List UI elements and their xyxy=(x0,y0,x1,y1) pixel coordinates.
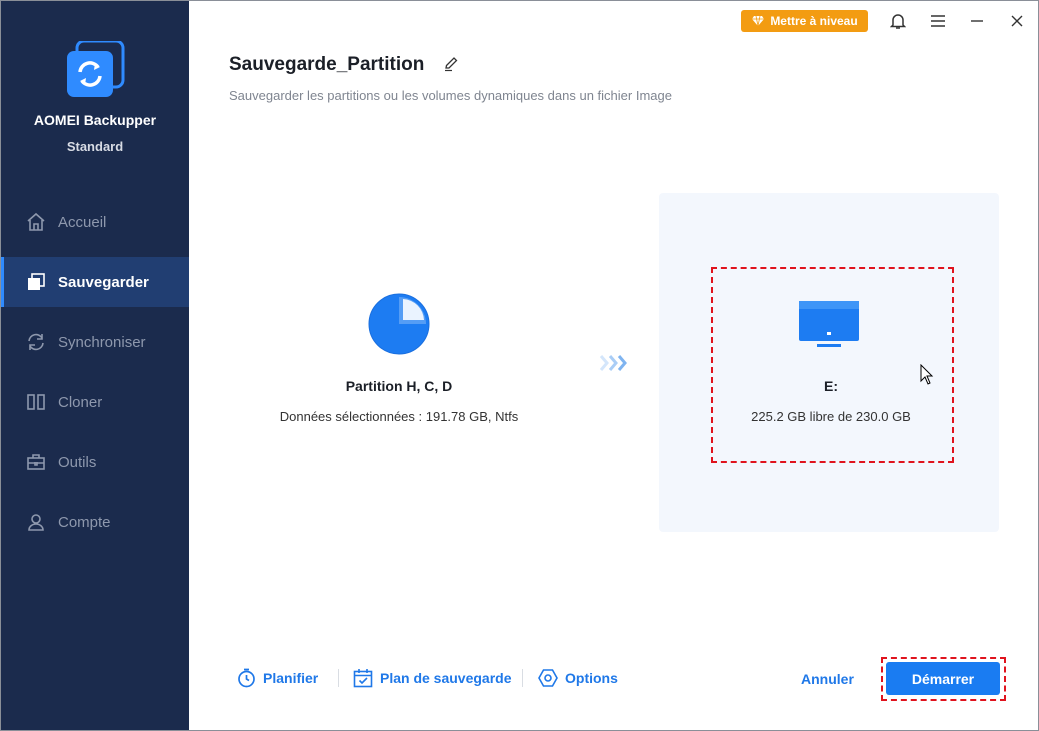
diamond-icon xyxy=(752,15,765,27)
destination-selector[interactable] xyxy=(711,267,954,463)
sidebar-item-label: Accueil xyxy=(58,213,107,231)
sidebar: AOMEI Backupper Standard Accueil Sauvega… xyxy=(1,1,189,730)
destination-name: E: xyxy=(824,378,838,394)
divider xyxy=(338,669,339,687)
upgrade-button[interactable]: Mettre à niveau xyxy=(741,10,868,32)
menu-icon[interactable] xyxy=(928,11,948,31)
sidebar-item-outils[interactable]: Outils xyxy=(1,437,189,487)
edit-pencil-icon[interactable] xyxy=(443,56,459,72)
start-button[interactable]: Démarrer xyxy=(886,662,1000,695)
destination-monitor-icon xyxy=(797,299,861,351)
sidebar-item-compte[interactable]: Compte xyxy=(1,497,189,547)
mouse-cursor-icon xyxy=(920,363,934,386)
clone-icon xyxy=(25,391,47,413)
app-window: AOMEI Backupper Standard Accueil Sauvega… xyxy=(0,0,1039,731)
calendar-check-icon xyxy=(353,669,373,688)
stopwatch-icon xyxy=(238,668,255,688)
account-icon xyxy=(25,511,47,533)
sidebar-item-synchroniser[interactable]: Synchroniser xyxy=(1,317,189,367)
arrow-right-icon xyxy=(599,354,631,372)
sidebar-item-label: Compte xyxy=(58,513,111,531)
partition-pie-icon[interactable] xyxy=(368,293,430,355)
backup-plan-button[interactable]: Plan de sauvegarde xyxy=(353,667,512,689)
divider xyxy=(522,669,523,687)
options-button[interactable]: Options xyxy=(538,667,618,689)
destination-info: 225.2 GB libre de 230.0 GB xyxy=(751,409,911,424)
minimize-icon[interactable] xyxy=(967,11,987,31)
upgrade-label: Mettre à niveau xyxy=(770,14,858,28)
tools-icon xyxy=(25,451,47,473)
close-icon[interactable] xyxy=(1007,11,1027,31)
sidebar-item-accueil[interactable]: Accueil xyxy=(1,197,189,247)
source-info: Données sélectionnées : 191.78 GB, Ntfs xyxy=(279,409,519,424)
app-name: AOMEI Backupper xyxy=(33,112,157,128)
options-gear-icon xyxy=(538,669,558,687)
page-title: Sauvegarde_Partition xyxy=(229,54,425,75)
sidebar-item-label: Sauvegarder xyxy=(58,273,149,291)
sidebar-item-label: Outils xyxy=(58,453,97,471)
home-icon xyxy=(25,211,47,233)
source-name: Partition H, C, D xyxy=(345,378,453,394)
aomei-logo-icon xyxy=(65,39,125,99)
options-label: Options xyxy=(565,670,618,686)
sidebar-item-cloner[interactable]: Cloner xyxy=(1,377,189,427)
cancel-button[interactable]: Annuler xyxy=(801,671,854,687)
backup-plan-label: Plan de sauvegarde xyxy=(380,670,512,686)
schedule-label: Planifier xyxy=(263,670,319,686)
schedule-button[interactable]: Planifier xyxy=(237,667,318,689)
notification-bell-icon[interactable] xyxy=(888,11,908,31)
sidebar-item-label: Synchroniser xyxy=(58,333,146,351)
sidebar-item-label: Cloner xyxy=(58,393,103,411)
sync-icon xyxy=(25,331,47,353)
backup-icon xyxy=(25,271,47,293)
page-subtitle: Sauvegarder les partitions ou les volume… xyxy=(229,88,672,103)
app-edition: Standard xyxy=(66,139,124,154)
sidebar-item-sauvegarder[interactable]: Sauvegarder xyxy=(1,257,189,307)
